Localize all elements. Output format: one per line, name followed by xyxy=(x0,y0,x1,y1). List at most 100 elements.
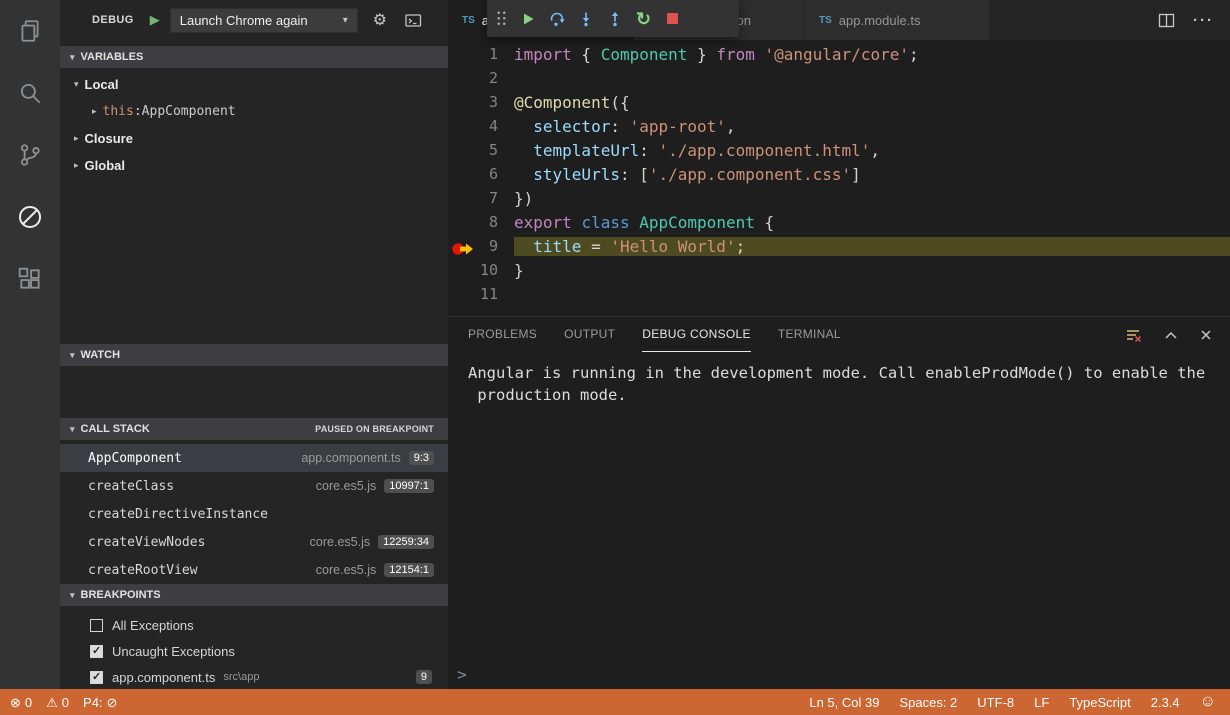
split-editor-icon[interactable] xyxy=(1158,13,1175,28)
editor-tab[interactable]: TSapp.module.ts xyxy=(805,0,990,40)
step-into-button[interactable] xyxy=(571,5,600,33)
code-text: } xyxy=(514,261,1230,280)
variables-scope-row[interactable]: ▾Local xyxy=(60,71,448,98)
watch-section-header[interactable]: ▾ WATCH xyxy=(60,344,448,366)
breakpoint-checkbox[interactable] xyxy=(90,645,103,658)
debug-console-toggle-icon[interactable] xyxy=(405,13,422,28)
gutter[interactable]: 2 xyxy=(448,69,514,87)
breakpoint-checkbox[interactable] xyxy=(90,671,103,684)
gutter[interactable]: 4 xyxy=(448,117,514,135)
status-eol[interactable]: LF xyxy=(1034,695,1049,710)
call-stack-frame[interactable]: createRootViewcore.es5.js12154:1 xyxy=(60,556,448,584)
clear-console-icon[interactable] xyxy=(1125,327,1142,343)
code-line[interactable]: 8export class AppComponent { xyxy=(448,210,1230,234)
gutter[interactable]: 11 xyxy=(448,285,514,303)
configure-gear-icon[interactable]: ⚙ xyxy=(373,10,387,30)
code-editor[interactable]: 1import { Component } from '@angular/cor… xyxy=(448,40,1230,316)
code-line[interactable]: 9 title = 'Hello World'; xyxy=(448,234,1230,258)
status-errors[interactable]: ⊗0 xyxy=(10,695,32,710)
status-text: TypeScript xyxy=(1069,695,1130,710)
stop-button[interactable] xyxy=(658,5,687,33)
twisty-icon: ▸ xyxy=(92,106,97,117)
restart-button[interactable]: ↻ xyxy=(629,5,658,33)
status-warnings[interactable]: ⚠0 xyxy=(46,695,69,710)
step-over-button[interactable] xyxy=(542,5,571,33)
status-typescript-version[interactable]: 2.3.4 xyxy=(1151,695,1180,710)
call-stack-frame[interactable]: createViewNodescore.es5.js12259:34 xyxy=(60,528,448,556)
panel-tab-output[interactable]: OUTPUT xyxy=(564,317,615,352)
panel-tab-problems[interactable]: PROBLEMS xyxy=(468,317,537,352)
status-language-mode[interactable]: TypeScript xyxy=(1069,695,1130,710)
panel-actions xyxy=(1125,327,1230,343)
breakpoints-list: All ExceptionsUncaught Exceptionsapp.com… xyxy=(60,606,448,690)
gutter[interactable]: 7 xyxy=(448,189,514,207)
gutter[interactable]: 3 xyxy=(448,93,514,111)
panel-tab-terminal[interactable]: TERMINAL xyxy=(778,317,841,352)
status-perforce[interactable]: P4:⊘ xyxy=(83,695,117,710)
breakpoint-row[interactable]: All Exceptions xyxy=(60,612,448,638)
typescript-file-icon: TS xyxy=(819,15,832,26)
launch-config-dropdown[interactable]: Launch Chrome again ▾ xyxy=(170,8,358,33)
call-stack-frame[interactable]: createDirectiveInstance xyxy=(60,500,448,528)
code-line[interactable]: 3@Component({ xyxy=(448,90,1230,114)
breakpoint-checkbox[interactable] xyxy=(90,619,103,632)
status-bar-right: Ln 5, Col 39 Spaces: 2 UTF-8 LF TypeScript 2.… xyxy=(809,693,1230,711)
status-cursor-position[interactable]: Ln 5, Col 39 xyxy=(809,695,879,710)
console-prompt[interactable]: > xyxy=(457,665,467,684)
status-bar: ⊗0 ⚠0 P4:⊘ Ln 5, Col 39 Spaces: 2 UTF-8 LF Typ… xyxy=(0,689,1230,715)
step-out-button[interactable] xyxy=(600,5,629,33)
code-line[interactable]: 5 templateUrl: './app.component.html', xyxy=(448,138,1230,162)
frame-location-badge: 10997:1 xyxy=(384,479,434,493)
maximize-panel-icon[interactable] xyxy=(1164,330,1178,340)
close-panel-icon[interactable] xyxy=(1200,329,1212,341)
gutter[interactable]: 10 xyxy=(448,261,514,279)
extensions-icon[interactable] xyxy=(0,248,60,310)
frame-name: createRootView xyxy=(88,563,198,578)
variables-scope-row[interactable]: ▸Global xyxy=(60,152,448,179)
toolbar-drag-handle[interactable] xyxy=(496,10,508,27)
panel-tab-debug-console[interactable]: DEBUG CONSOLE xyxy=(642,317,751,352)
gutter[interactable]: 1 xyxy=(448,45,514,63)
explorer-icon[interactable] xyxy=(0,0,60,62)
debug-view-title: DEBUG xyxy=(92,14,134,26)
vscode-window: DEBUG ▶ Launch Chrome again ▾ ⚙ ▾ VARIAB… xyxy=(0,0,1230,715)
gutter[interactable]: 9 xyxy=(448,237,514,255)
search-icon[interactable] xyxy=(0,62,60,124)
frame-file: core.es5.js xyxy=(310,535,370,549)
code-line[interactable]: 7}) xyxy=(448,186,1230,210)
gutter[interactable]: 6 xyxy=(448,165,514,183)
code-line[interactable]: 2 xyxy=(448,66,1230,90)
frame-name: createClass xyxy=(88,479,174,494)
debug-icon[interactable] xyxy=(0,186,60,248)
start-debugging-icon[interactable]: ▶ xyxy=(150,12,160,28)
scope-label: Local xyxy=(85,77,119,92)
code-line[interactable]: 11 xyxy=(448,282,1230,306)
frame-name: createViewNodes xyxy=(88,535,205,550)
variables-section-header[interactable]: ▾ VARIABLES xyxy=(60,46,448,68)
variable-value: AppComponent xyxy=(142,104,236,119)
call-stack-frame[interactable]: AppComponentapp.component.ts9:3 xyxy=(60,444,448,472)
breakpoints-section-header[interactable]: ▾ BREAKPOINTS xyxy=(60,584,448,606)
call-stack-section-header[interactable]: ▾ CALL STACK PAUSED ON BREAKPOINT xyxy=(60,418,448,440)
feedback-icon: ☺ xyxy=(1200,693,1216,711)
breakpoint-row[interactable]: Uncaught Exceptions xyxy=(60,638,448,664)
call-stack-frame[interactable]: createClasscore.es5.js10997:1 xyxy=(60,472,448,500)
continue-button[interactable] xyxy=(513,5,542,33)
line-number: 5 xyxy=(489,141,498,159)
breakpoint-row[interactable]: app.component.tssrc\app9 xyxy=(60,664,448,690)
status-indentation[interactable]: Spaces: 2 xyxy=(899,695,957,710)
section-title: CALL STACK xyxy=(81,423,150,435)
more-actions-icon[interactable]: ··· xyxy=(1193,12,1214,29)
status-text: 0 xyxy=(25,695,32,710)
status-feedback[interactable]: ☺ xyxy=(1200,693,1216,711)
source-control-icon[interactable] xyxy=(0,124,60,186)
variable-row[interactable]: ▸this: AppComponent xyxy=(60,98,448,125)
gutter[interactable]: 8 xyxy=(448,213,514,231)
code-line[interactable]: 4 selector: 'app-root', xyxy=(448,114,1230,138)
variables-scope-row[interactable]: ▸Closure xyxy=(60,125,448,152)
gutter[interactable]: 5 xyxy=(448,141,514,159)
code-line[interactable]: 1import { Component } from '@angular/cor… xyxy=(448,42,1230,66)
code-line[interactable]: 10} xyxy=(448,258,1230,282)
status-encoding[interactable]: UTF-8 xyxy=(977,695,1014,710)
code-line[interactable]: 6 styleUrls: ['./app.component.css'] xyxy=(448,162,1230,186)
